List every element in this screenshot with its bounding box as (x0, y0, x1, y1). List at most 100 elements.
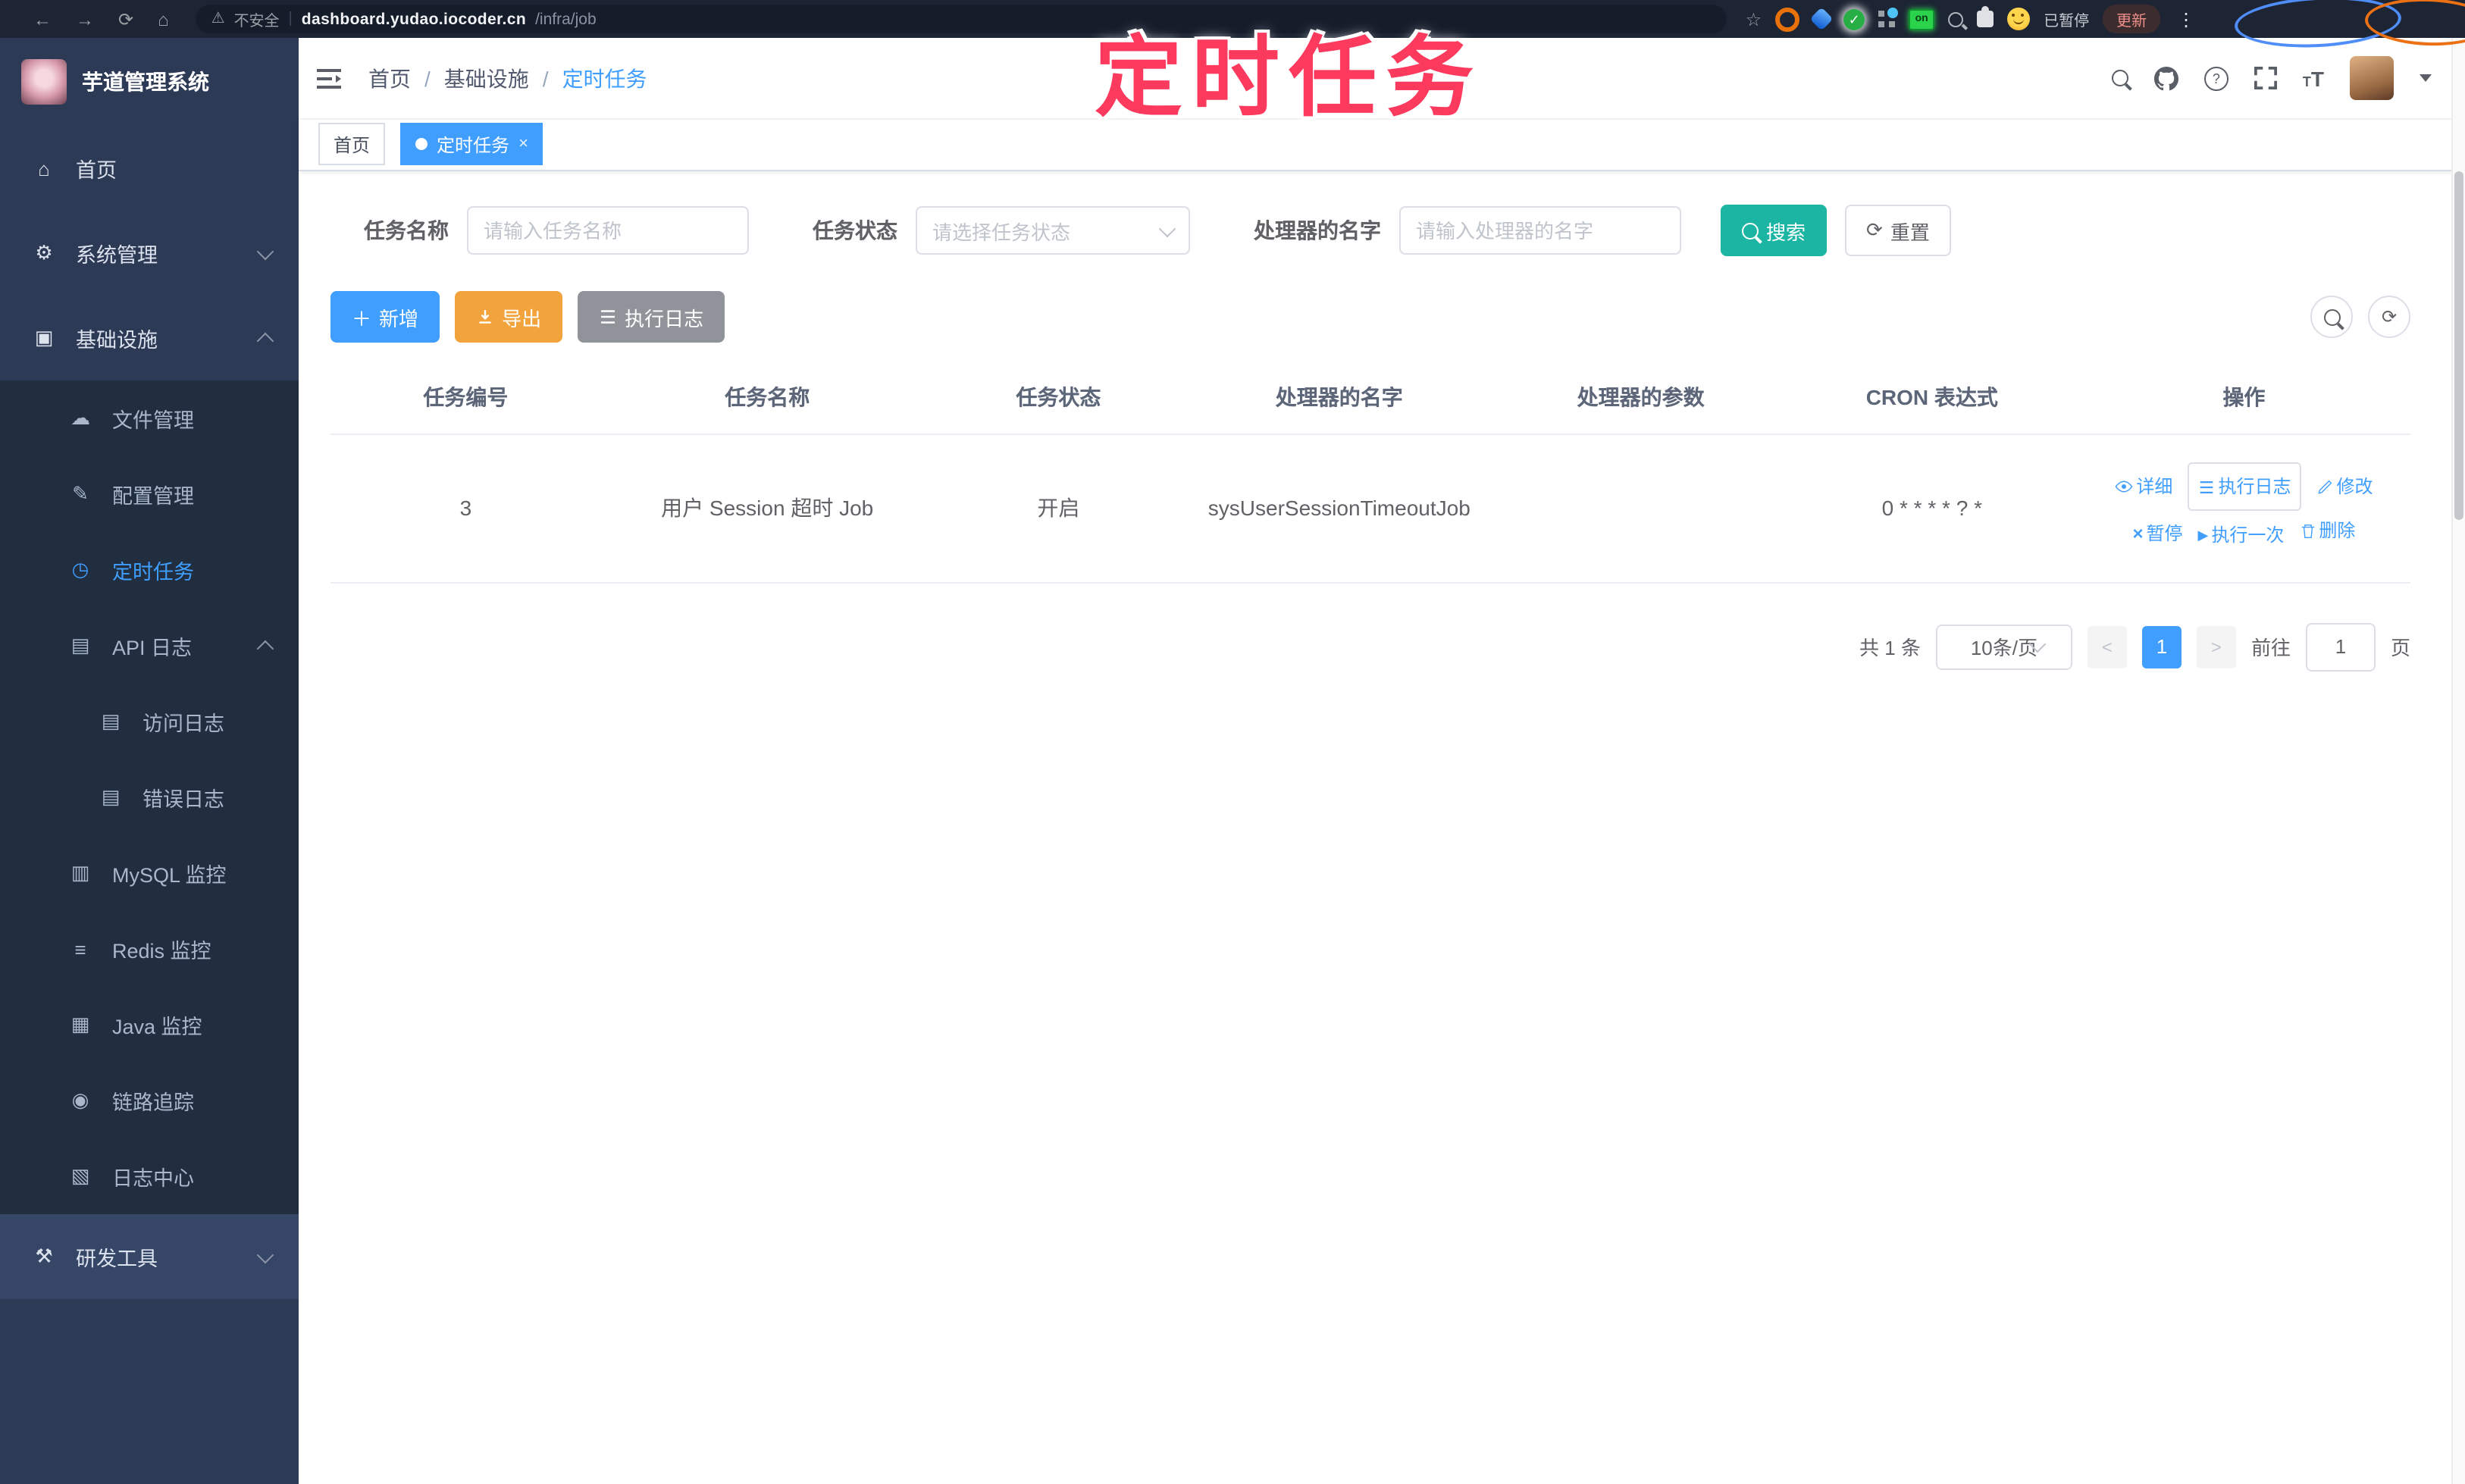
browser-menu-icon[interactable]: ⋮ (2177, 8, 2195, 30)
forward-icon[interactable]: → (76, 8, 94, 30)
url-path: /infra/job (535, 10, 597, 28)
sidebar-item-error-log[interactable]: ▤ 错误日志 (0, 759, 299, 835)
sidebar-item-infra[interactable]: ▣ 基础设施 (0, 296, 299, 380)
page-size-select[interactable]: 10条/页 (1935, 624, 2072, 669)
export-button-label: 导出 (502, 307, 542, 330)
eye-icon (2116, 480, 2133, 492)
breadcrumb-current: 定时任务 (562, 66, 647, 90)
search-icon (2323, 308, 2340, 325)
col-handler-name: 处理器的名字 (1183, 361, 1496, 435)
hamburger-icon[interactable] (317, 67, 341, 89)
reset-button-label: 重置 (1890, 221, 1930, 243)
edit-link[interactable]: 修改 (2316, 467, 2373, 506)
sidebar-item-trace[interactable]: ◉ 链路追踪 (0, 1063, 299, 1138)
detail-link[interactable]: 详细 (2115, 466, 2172, 506)
address-bar[interactable]: ⚠ 不安全 | dashboard.yudao.iocoder.cn /infr… (196, 5, 1727, 33)
delete-link[interactable]: 删除 (2299, 511, 2355, 550)
home-icon[interactable]: ⌂ (158, 8, 169, 30)
extension-icon-blue[interactable] (1809, 7, 1834, 31)
col-cron: CRON 表达式 (1786, 361, 2078, 435)
exec-log-button[interactable]: 执行日志 (578, 291, 725, 343)
sidebar-item-scheduled-jobs[interactable]: ◷ 定时任务 (0, 532, 299, 608)
cell-handler-name: sysUserSessionTimeoutJob (1183, 434, 1496, 583)
sidebar-item-redis-monitor[interactable]: ≡ Redis 监控 (0, 911, 299, 987)
sidebar-item-file-manage[interactable]: ☁ 文件管理 (0, 380, 299, 456)
run-once-link[interactable]: ▶ 执行一次 (2198, 515, 2285, 554)
sidebar-item-label: 系统管理 (76, 244, 158, 267)
extension-icon-orange[interactable] (1775, 7, 1800, 31)
extension-icon-scope[interactable] (1948, 11, 1964, 27)
sidebar-item-access-log[interactable]: ▤ 访问日志 (0, 684, 299, 759)
pause-link[interactable]: × 暂停 (2132, 513, 2182, 553)
caret-down-icon[interactable] (2420, 74, 2432, 82)
job-status-select[interactable]: 请选择任务状态 (916, 206, 1190, 255)
extensions-puzzle-icon[interactable] (1977, 6, 1994, 27)
search-icon[interactable] (2111, 70, 2128, 86)
sidebar-item-system[interactable]: ⚙ 系统管理 (0, 211, 299, 296)
cell-handler-param (1495, 434, 1787, 583)
reset-button[interactable]: ⟳ 重置 (1845, 205, 1951, 256)
next-page-button[interactable]: > (2196, 625, 2236, 668)
fullscreen-icon[interactable] (2254, 67, 2277, 89)
search-icon (1742, 222, 1759, 239)
job-name-input[interactable] (467, 206, 749, 255)
font-size-icon[interactable]: TT (2303, 66, 2324, 90)
app-logo[interactable]: 芋道管理系统 (0, 38, 299, 126)
sidebar-item-config-manage[interactable]: ✎ 配置管理 (0, 456, 299, 532)
search-button[interactable]: 搜索 (1721, 205, 1828, 256)
table-row: 3 用户 Session 超时 Job 开启 sysUserSessionTim… (330, 434, 2410, 583)
sidebar-item-log-center[interactable]: ▧ 日志中心 (0, 1138, 299, 1214)
x-icon: × (2132, 522, 2144, 543)
prev-page-button[interactable]: < (2087, 625, 2127, 668)
close-icon[interactable]: × (518, 135, 528, 153)
sidebar-item-label: 文件管理 (112, 409, 194, 432)
sidebar-item-mysql-monitor[interactable]: ▥ MySQL 监控 (0, 835, 299, 911)
sidebar-item-java-monitor[interactable]: ▦ Java 监控 (0, 987, 299, 1063)
browser-update-button[interactable]: 更新 (2103, 5, 2161, 33)
extension-icon-grid[interactable] (1878, 8, 1899, 27)
active-dot (415, 138, 428, 150)
page-size-value: 10条/页 (1970, 637, 2037, 659)
add-button[interactable]: ＋ 新增 (330, 291, 440, 343)
user-avatar[interactable] (2350, 56, 2394, 100)
breadcrumb-separator: / (424, 66, 431, 90)
breadcrumb-home[interactable]: 首页 (368, 63, 411, 93)
github-icon[interactable] (2153, 66, 2178, 90)
sidebar-item-home[interactable]: ⌂ 首页 (0, 126, 299, 211)
handler-name-input[interactable] (1399, 206, 1681, 255)
extension-on-badge[interactable]: on (1909, 8, 1935, 30)
pagination: 共 1 条 10条/页 < 1 > 前往 页 (299, 622, 2410, 671)
page-scrollbar[interactable] (2451, 38, 2465, 1484)
sidebar-item-label: API 日志 (112, 637, 193, 659)
browser-nav-buttons: ← → ⟳ ⌂ (33, 8, 169, 30)
show-search-toggle-button[interactable] (2310, 296, 2353, 338)
breadcrumb-section[interactable]: 基础设施 (444, 63, 529, 93)
goto-page-input[interactable] (2305, 622, 2376, 671)
log-icon: ▤ (70, 634, 90, 656)
browser-toolbar: ← → ⟳ ⌂ ⚠ 不安全 | dashboard.yudao.iocoder.… (0, 0, 2465, 38)
job-log-link[interactable]: 执行日志 (2188, 462, 2302, 511)
navbar-right-tools: ? TT (2111, 56, 2465, 100)
scrollbar-thumb[interactable] (2454, 171, 2463, 520)
gear-icon: ⚙ (35, 241, 53, 264)
cell-job-name: 用户 Session 超时 Job (600, 434, 934, 583)
sidebar-item-api-log[interactable]: ▤ API 日志 (0, 608, 299, 684)
col-actions: 操作 (2077, 361, 2410, 435)
refresh-button[interactable]: ⟳ (2368, 296, 2410, 338)
sidebar-item-dev-tools[interactable]: ⚒ 研发工具 (0, 1214, 299, 1299)
reload-icon[interactable]: ⟳ (118, 8, 133, 30)
export-button[interactable]: 导出 (455, 291, 563, 343)
goto-label: 前往 (2250, 637, 2291, 659)
help-icon[interactable]: ? (2203, 66, 2229, 90)
sidebar-item-label: 研发工具 (76, 1248, 158, 1270)
eye-icon: ◉ (71, 1088, 89, 1111)
tools-icon: ⚒ (35, 1244, 53, 1267)
bookmark-star-icon[interactable]: ☆ (1746, 8, 1762, 30)
tag-scheduled-jobs[interactable]: 定时任务 × (400, 123, 543, 165)
edit-label: 修改 (2336, 476, 2373, 497)
back-icon[interactable]: ← (33, 8, 52, 30)
profile-avatar[interactable] (2007, 8, 2031, 30)
extension-icon-green[interactable]: ✓ (1843, 8, 1865, 30)
page-1-button[interactable]: 1 (2141, 625, 2182, 668)
tag-home[interactable]: 首页 (318, 123, 386, 165)
